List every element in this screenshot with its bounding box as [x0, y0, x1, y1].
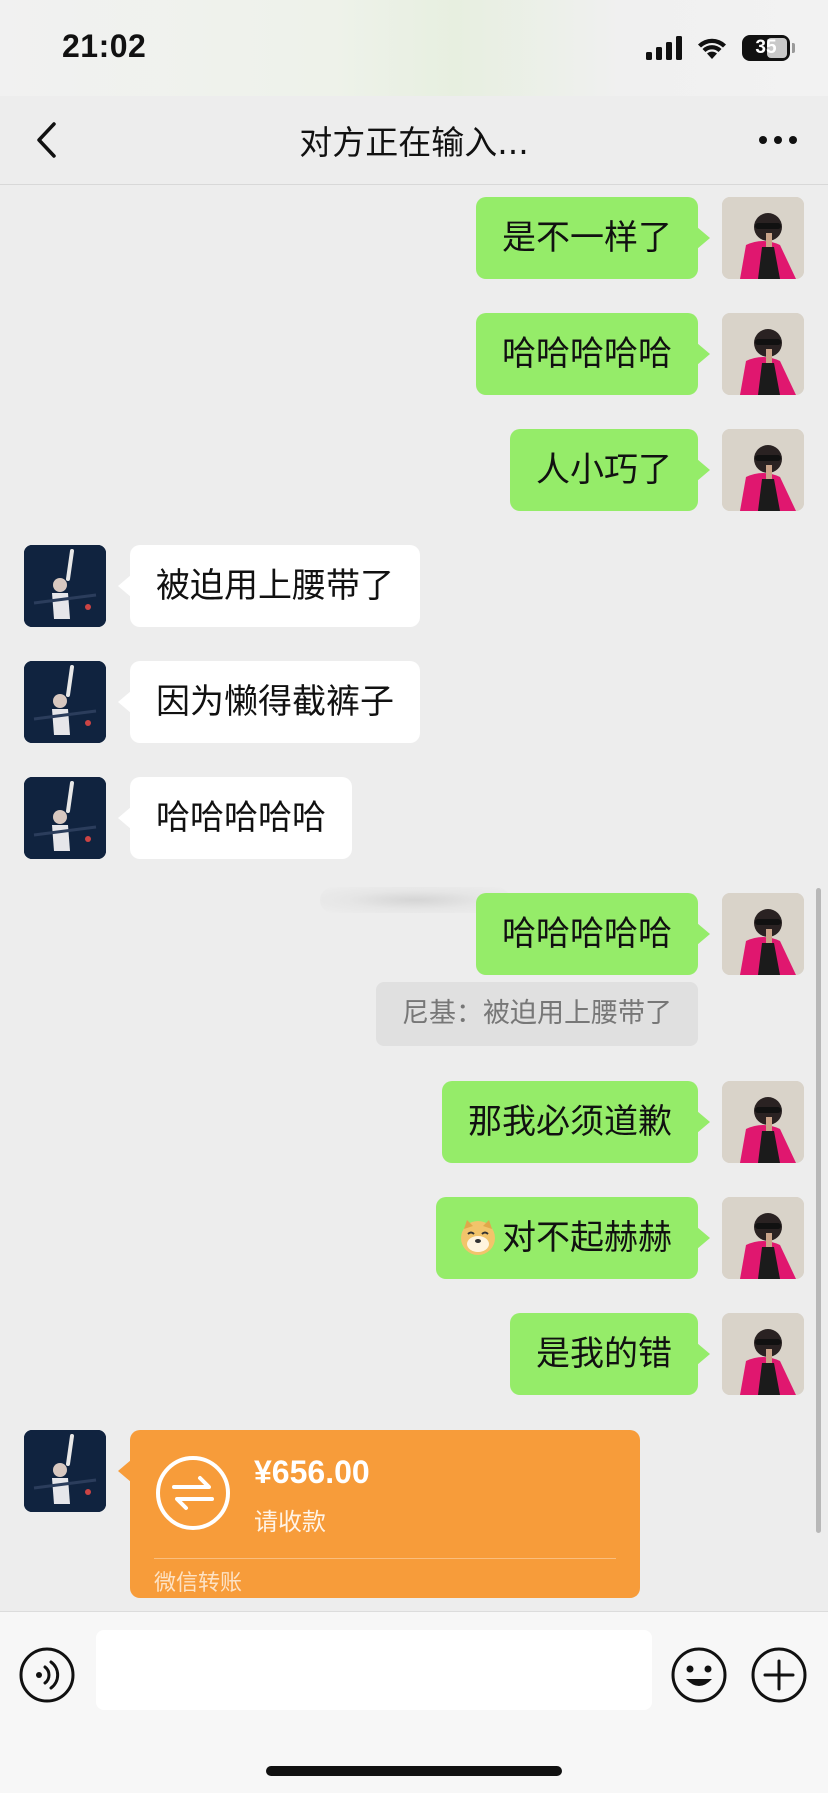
- contact-avatar[interactable]: [24, 661, 106, 743]
- message-bubble-other[interactable]: 哈哈哈哈哈: [118, 777, 352, 859]
- wifi-icon: [698, 38, 726, 59]
- battery-level: 35: [755, 37, 777, 58]
- avatar-image: [24, 1430, 106, 1512]
- voice-button[interactable]: [18, 1646, 76, 1704]
- chat-messages: 是不一样了 哈哈哈哈哈 人小巧了 被迫用上腰带了 因为懒得截裤子 哈哈哈哈哈 哈…: [0, 185, 828, 1611]
- chat-header: 对方正在输入...: [0, 96, 828, 185]
- plus-circle-icon: [751, 1647, 807, 1703]
- avatar-image: [722, 1081, 804, 1163]
- my-avatar[interactable]: [722, 1081, 804, 1163]
- chat-scrollbar[interactable]: [816, 888, 821, 1533]
- avatar-image: [722, 893, 804, 975]
- contact-avatar[interactable]: [24, 777, 106, 859]
- transfer-amount: ¥656.00: [254, 1454, 370, 1490]
- battery-icon: 35: [742, 35, 795, 61]
- transfer-label: 微信转账: [154, 1571, 243, 1596]
- avatar-image: [722, 313, 804, 395]
- message-bubble-self[interactable]: 是我的错: [510, 1313, 710, 1395]
- my-avatar[interactable]: [722, 1313, 804, 1395]
- quoted-message[interactable]: 尼基：被迫用上腰带了: [376, 982, 698, 1046]
- message-bubble-self[interactable]: 哈哈哈哈哈: [476, 313, 710, 395]
- avatar-image: [24, 545, 106, 627]
- message-bubble-self[interactable]: 哈哈哈哈哈: [476, 893, 710, 975]
- avatar-image: [722, 1197, 804, 1279]
- chat-title: 对方正在输入...: [299, 123, 529, 162]
- message-input[interactable]: [96, 1630, 652, 1710]
- contact-avatar[interactable]: [24, 1430, 106, 1512]
- status-bar: 21:02 35: [0, 0, 828, 96]
- voice-icon: [19, 1647, 75, 1703]
- transfer-status: 请收款: [254, 1508, 326, 1536]
- status-icons: 35: [646, 34, 795, 62]
- my-avatar[interactable]: [722, 429, 804, 511]
- more-dots-icon: [759, 136, 797, 144]
- message-bubble-self[interactable]: 那我必须道歉: [442, 1081, 710, 1163]
- status-time: 21:02: [62, 28, 147, 64]
- avatar-image: [722, 1313, 804, 1395]
- transfer-divider: [154, 1558, 616, 1559]
- my-avatar[interactable]: [722, 893, 804, 975]
- doge-emoji-icon: [461, 1219, 495, 1255]
- transfer-arrows-icon: [156, 1456, 230, 1530]
- message-bubble-other[interactable]: 因为懒得截裤子: [118, 661, 420, 743]
- avatar-image: [722, 429, 804, 511]
- message-text: 对不起赫赫: [502, 1218, 672, 1258]
- cellular-signal-icon: [646, 36, 682, 60]
- message-bubble-other[interactable]: 被迫用上腰带了: [118, 545, 420, 627]
- transfer-card[interactable]: ¥656.00 请收款 微信转账: [118, 1430, 640, 1598]
- avatar-image: [722, 197, 804, 279]
- avatar-image: [24, 777, 106, 859]
- message-bubble-self[interactable]: 人小巧了: [510, 429, 710, 511]
- more-actions-button[interactable]: [750, 1646, 808, 1704]
- message-bubble-self[interactable]: 对不起赫赫: [436, 1197, 710, 1279]
- home-indicator[interactable]: [266, 1766, 562, 1776]
- my-avatar[interactable]: [722, 197, 804, 279]
- emoji-smile-icon: [671, 1647, 727, 1703]
- message-bubble-self[interactable]: 是不一样了: [476, 197, 710, 279]
- emoji-button[interactable]: [670, 1646, 728, 1704]
- my-avatar[interactable]: [722, 313, 804, 395]
- avatar-image: [24, 661, 106, 743]
- more-button[interactable]: [754, 118, 802, 162]
- my-avatar[interactable]: [722, 1197, 804, 1279]
- contact-avatar[interactable]: [24, 545, 106, 627]
